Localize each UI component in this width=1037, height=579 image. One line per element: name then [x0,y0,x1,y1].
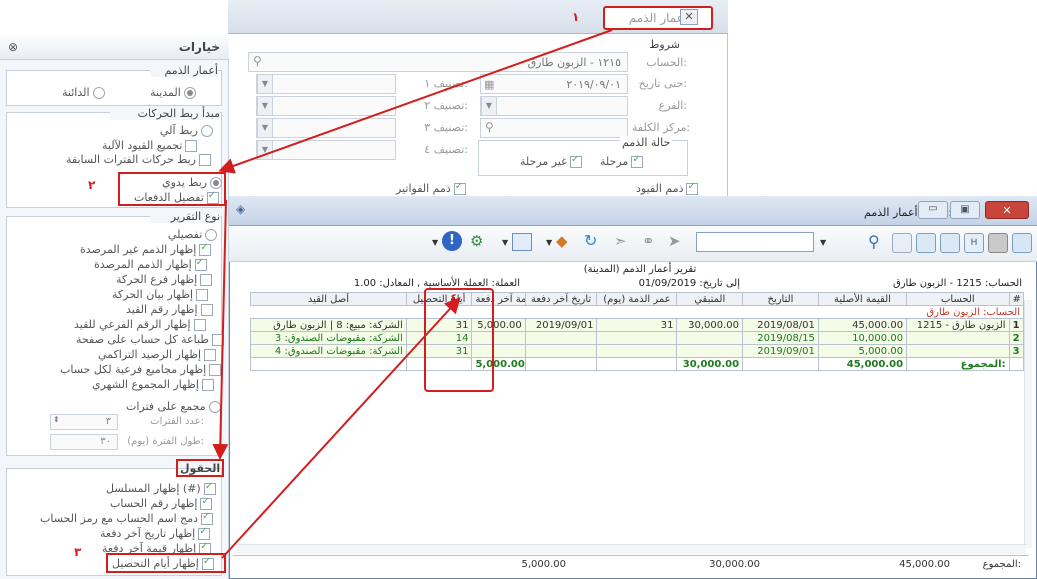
annotation-arrows [212,29,613,559]
arrow-3 [221,297,461,559]
arrow-2 [212,199,229,460]
arrow-1 [218,29,613,174]
